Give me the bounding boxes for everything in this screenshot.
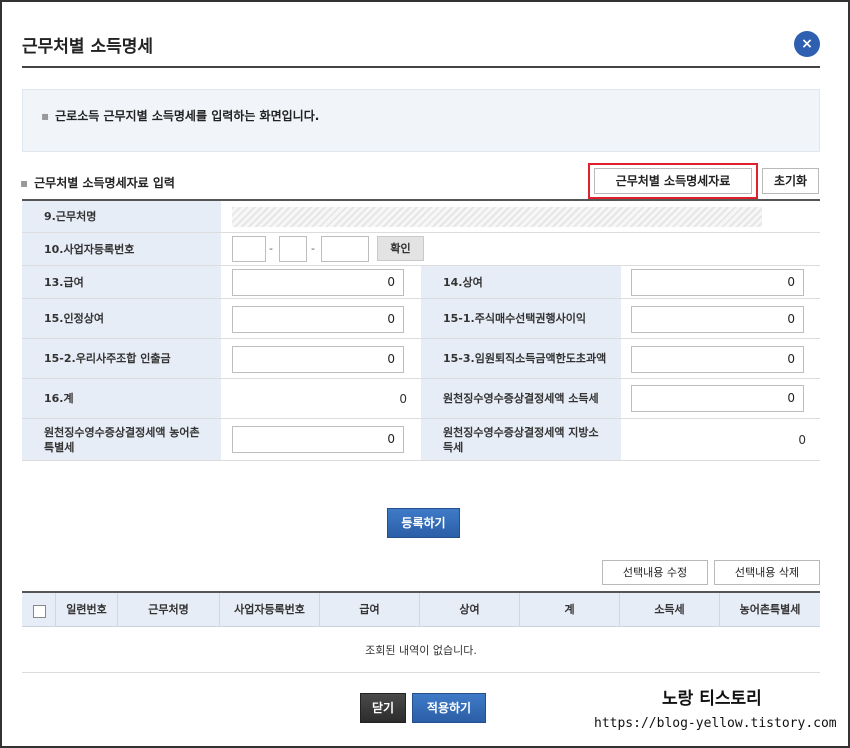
tax-income-input[interactable]: 0 — [631, 385, 804, 412]
bizno-part1-input[interactable] — [232, 236, 266, 262]
bizno-label: 10.사업자등록번호 — [22, 233, 221, 265]
row-deemed-bonus: 15.인정상여 0 15-1.주식매수선택권행사이익 0 — [22, 299, 820, 339]
bullet-icon: ▪ — [20, 176, 29, 190]
edit-selected-button[interactable]: 선택내용 수정 — [602, 560, 708, 585]
col-bonus: 상여 — [420, 593, 520, 627]
tax-rural-cell: 0 — [221, 419, 421, 460]
stock-option-cell: 0 — [621, 299, 820, 338]
watermark-url: https://blog-yellow.tistory.com — [594, 716, 837, 731]
esop-input[interactable]: 0 — [232, 346, 404, 373]
bizno-cell: - - 확인 — [221, 233, 820, 265]
stock-option-input[interactable]: 0 — [631, 306, 804, 333]
grid-empty-message: 조회된 내역이 없습니다. — [22, 629, 820, 673]
retire-cell: 0 — [621, 339, 820, 378]
reset-button[interactable]: 초기화 — [762, 168, 819, 194]
tax-rural-input[interactable]: 0 — [232, 426, 404, 453]
workplace-cell — [221, 201, 820, 232]
bizno-part2-input[interactable] — [279, 236, 307, 262]
title-divider — [22, 66, 820, 68]
register-button[interactable]: 등록하기 — [387, 508, 460, 538]
bullet-icon: ▪ — [41, 109, 50, 123]
workplace-label: 9.근무처명 — [22, 201, 221, 232]
bonus-label: 14.상여 — [421, 266, 621, 298]
deemed-bonus-input[interactable]: 0 — [232, 306, 404, 333]
workplace-field — [232, 207, 762, 227]
tax-rural-label: 원천징수영수증상결정세액 농어촌특별세 — [22, 419, 221, 460]
row-esop: 15-2.우리사주조합 인출금 0 15-3.임원퇴직소득금액한도초과액 0 — [22, 339, 820, 379]
retire-label: 15-3.임원퇴직소득금액한도초과액 — [421, 339, 621, 378]
tax-local-label: 원천징수영수증상결정세액 지방소득세 — [421, 419, 621, 460]
tax-local-value: 0 — [798, 433, 806, 447]
watermark-name: 노랑 티스토리 — [662, 689, 762, 709]
info-message: 근로소득 근무지별 소득명세를 입력하는 화면입니다. — [55, 109, 320, 123]
info-box: ▪ 근로소득 근무지별 소득명세를 입력하는 화면입니다. — [22, 89, 820, 152]
tax-income-label: 원천징수영수증상결정세액 소득세 — [421, 379, 621, 418]
salary-label: 13.급여 — [22, 266, 221, 298]
bonus-input[interactable]: 0 — [631, 269, 804, 296]
col-salary: 급여 — [320, 593, 420, 627]
tax-local-cell: 0 — [621, 419, 820, 460]
col-income-tax: 소득세 — [620, 593, 720, 627]
tax-income-cell: 0 — [621, 379, 820, 418]
deemed-bonus-cell: 0 — [221, 299, 421, 338]
bizno-part3-input[interactable] — [321, 236, 369, 262]
select-all-checkbox[interactable] — [33, 605, 46, 618]
esop-label: 15-2.우리사주조합 인출금 — [22, 339, 221, 378]
total-cell: 0 — [221, 379, 421, 418]
bizno-confirm-button[interactable]: 확인 — [377, 236, 424, 261]
deemed-bonus-label: 15.인정상여 — [22, 299, 221, 338]
grid-header: 일련번호 근무처명 사업자등록번호 급여 상여 계 소득세 농어촌특별세 — [22, 593, 820, 627]
delete-selected-button[interactable]: 선택내용 삭제 — [714, 560, 820, 585]
col-rural-tax: 농어촌특별세 — [739, 603, 801, 616]
section-title-text: 근무처별 소득명세자료 입력 — [34, 176, 175, 190]
bonus-cell: 0 — [621, 266, 820, 298]
header-checkbox-cell — [22, 593, 56, 627]
apply-button[interactable]: 적용하기 — [412, 693, 486, 723]
col-workplace: 근무처명 — [118, 593, 220, 627]
income-form: 9.근무처명 10.사업자등록번호 - - 확인 13.급여 0 14.상여 0… — [22, 199, 820, 461]
row-workplace: 9.근무처명 — [22, 201, 820, 233]
retire-input[interactable]: 0 — [631, 346, 804, 373]
close-button[interactable]: 닫기 — [360, 693, 406, 723]
row-tax: 원천징수영수증상결정세액 농어촌특별세 0 원천징수영수증상결정세액 지방소득세… — [22, 419, 820, 461]
row-total: 16.계 0 원천징수영수증상결정세액 소득세 0 — [22, 379, 820, 419]
row-bizno: 10.사업자등록번호 - - 확인 — [22, 233, 820, 266]
dialog-title: 근무처별 소득명세 — [22, 37, 154, 57]
salary-cell: 0 — [221, 266, 421, 298]
col-total: 계 — [520, 593, 620, 627]
close-icon[interactable]: × — [794, 31, 820, 57]
total-label: 16.계 — [22, 379, 221, 418]
esop-cell: 0 — [221, 339, 421, 378]
stock-option-label: 15-1.주식매수선택권행사이익 — [421, 299, 621, 338]
col-bizno: 사업자등록번호 — [220, 593, 320, 627]
col-serial: 일련번호 — [56, 593, 118, 627]
section-title: ▪ 근무처별 소득명세자료 입력 — [20, 174, 175, 191]
info-text: ▪ 근로소득 근무지별 소득명세를 입력하는 화면입니다. — [41, 107, 319, 124]
total-value: 0 — [399, 392, 407, 406]
bizno-separator: - — [311, 242, 315, 255]
income-grid: 일련번호 근무처명 사업자등록번호 급여 상여 계 소득세 농어촌특별세 조회된… — [22, 591, 820, 673]
highlight-box — [588, 163, 758, 199]
bizno-separator: - — [269, 242, 273, 255]
row-salary: 13.급여 0 14.상여 0 — [22, 266, 820, 299]
salary-input[interactable]: 0 — [232, 269, 404, 296]
